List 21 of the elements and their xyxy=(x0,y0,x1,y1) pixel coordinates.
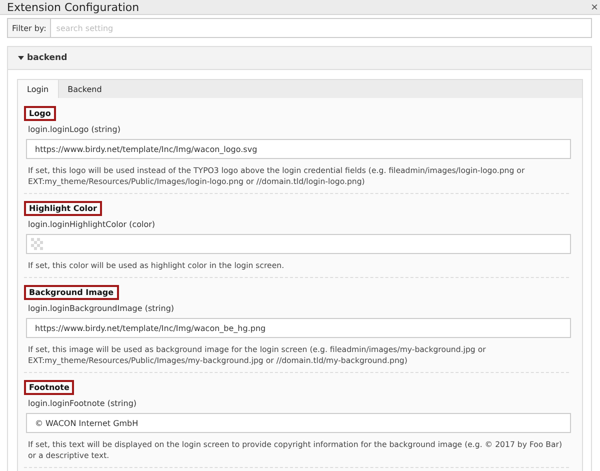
tab[interactable]: Backend xyxy=(58,80,111,98)
color-field[interactable] xyxy=(26,234,571,254)
transparent-swatch-icon xyxy=(31,238,43,250)
setting-key: login.loginLogo (string) xyxy=(28,125,120,134)
text-field[interactable]: https://www.birdy.net/template/Inc/Img/wacon_logo.svg xyxy=(26,139,571,159)
setting-label: Logo xyxy=(24,106,56,121)
setting-key: login.loginFootnote (string) xyxy=(28,399,137,408)
tab[interactable]: Login xyxy=(18,80,59,98)
search-field[interactable]: search setting xyxy=(51,18,592,38)
caret-icon xyxy=(18,56,24,60)
setting-key: login.loginBackgroundImage (string) xyxy=(28,304,174,313)
text-field[interactable]: © WACON Internet GmbH xyxy=(26,413,571,433)
setting-label: Footnote xyxy=(24,380,74,395)
filter-label: Filter by: xyxy=(7,18,52,38)
setting-key: login.loginHighlightColor (color) xyxy=(28,220,156,229)
close-button[interactable]: × xyxy=(590,0,598,14)
setting-label: Background Image xyxy=(24,285,118,300)
text-field[interactable]: https://www.birdy.net/template/Inc/Img/wacon_be_hg.png xyxy=(26,318,571,338)
setting-label: Highlight Color xyxy=(24,201,102,216)
section-header[interactable]: backend xyxy=(8,47,591,70)
window-title: Extension Configuration xyxy=(7,0,140,14)
